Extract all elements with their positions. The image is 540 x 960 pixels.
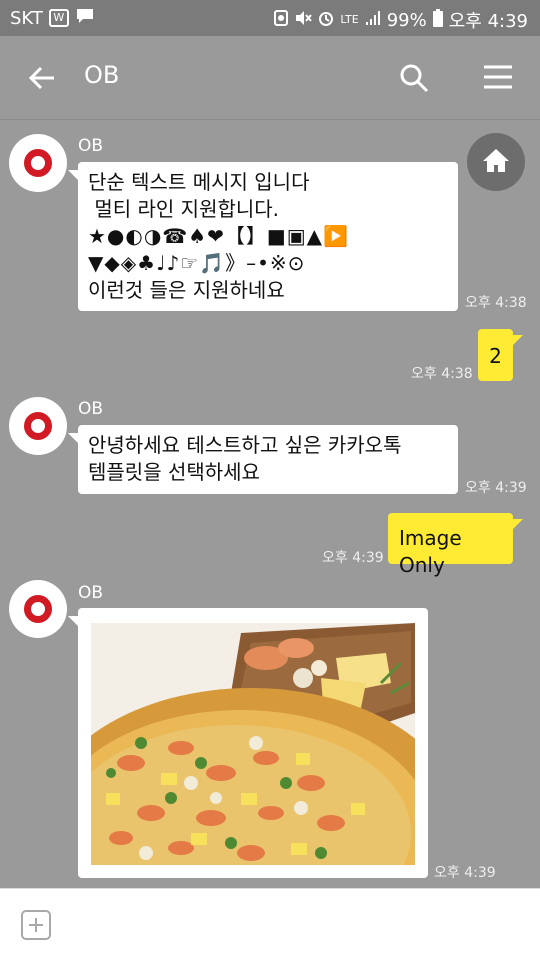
avatar[interactable] xyxy=(9,397,67,455)
battery-icon xyxy=(432,8,444,33)
logo-ring-icon xyxy=(24,412,52,440)
alarm-icon xyxy=(317,9,335,32)
message-text: 2 xyxy=(489,344,502,368)
sender-name: OB xyxy=(78,136,104,156)
network-label: LTE xyxy=(340,13,359,26)
message-time: 오후 4:38 xyxy=(465,295,527,311)
pizza-photo[interactable] xyxy=(91,623,415,865)
message-line: 안녕하세요 테스트하고 싶은 카카오톡 xyxy=(88,433,402,457)
message-line: 이런것 들은 지원하네요 xyxy=(88,278,285,302)
message-bubble[interactable]: Image Only xyxy=(388,513,523,577)
carrier-label: SKT xyxy=(10,7,43,29)
message-bubble[interactable]: 안녕하세요 테스트하고 싶은 카카오톡 템플릿을 선택하세요 xyxy=(68,425,458,494)
chat-title: OB xyxy=(84,61,120,89)
message-bubble[interactable]: 단순 텍스트 메시지 입니다 멀티 라인 지원합니다. ★●◐◑☎♠❤【】■▣▲… xyxy=(68,162,458,311)
logo-ring-icon xyxy=(24,595,52,623)
recycle-icon xyxy=(273,9,289,32)
message-line: 단순 텍스트 메시지 입니다 xyxy=(88,170,310,194)
input-bar xyxy=(0,888,540,960)
message-time: 오후 4:39 xyxy=(322,550,384,566)
message-bubble[interactable]: 2 xyxy=(478,329,523,381)
image-message[interactable] xyxy=(68,608,428,878)
back-arrow-icon[interactable] xyxy=(26,62,58,94)
signal-icon xyxy=(364,9,382,32)
avatar[interactable] xyxy=(9,580,67,638)
message-time: 오후 4:39 xyxy=(465,480,527,496)
sender-name: OB xyxy=(78,583,104,603)
app-bar: OB xyxy=(0,36,540,120)
message-time: 오후 4:38 xyxy=(411,366,473,382)
menu-icon[interactable] xyxy=(484,64,512,90)
mute-icon xyxy=(294,9,313,32)
logo-ring-icon xyxy=(24,149,52,177)
message-line: ▼◆◈♣♩♪☞🎵》–•※⊙ xyxy=(88,251,306,275)
search-icon[interactable] xyxy=(398,62,430,94)
home-icon xyxy=(483,149,509,172)
status-bar: SKT W LTE 99% 오후 4:39 xyxy=(0,0,540,36)
shield-icon: W xyxy=(48,9,69,27)
chat-icon xyxy=(75,7,95,29)
status-left: SKT W xyxy=(10,7,95,29)
home-button[interactable] xyxy=(467,133,525,191)
sender-name: OB xyxy=(78,399,104,419)
plus-icon[interactable] xyxy=(21,910,51,940)
message-line: ★●◐◑☎♠❤【】■▣▲▶️ xyxy=(88,224,349,248)
message-line: 멀티 라인 지원합니다. xyxy=(88,197,280,221)
message-time: 오후 4:39 xyxy=(434,865,496,881)
message-line: 템플릿을 선택하세요 xyxy=(88,460,260,484)
message-text: Image Only xyxy=(399,526,462,577)
battery-label: 99% xyxy=(386,9,427,31)
clock-label: 오후 4:39 xyxy=(448,11,528,32)
avatar[interactable] xyxy=(9,134,67,192)
status-right: LTE 99% 오후 4:39 xyxy=(273,7,528,33)
